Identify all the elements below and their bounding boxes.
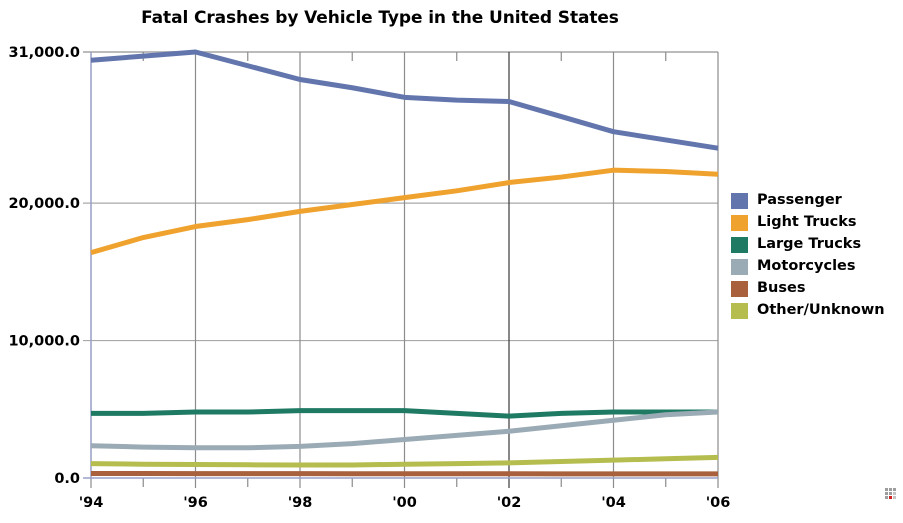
y-axis-tick-label: 20,000.0: [8, 196, 80, 212]
legend-item[interactable]: Other/Unknown: [731, 300, 903, 321]
x-axis-tick-label: '04: [601, 495, 626, 511]
legend-item-label: Large Trucks: [757, 236, 862, 253]
chart-container: Fatal Crashes by Vehicle Type in the Uni…: [0, 0, 903, 523]
legend-item[interactable]: Large Trucks: [731, 234, 903, 255]
legend-swatch-icon: [731, 192, 748, 209]
legend-item-label: Buses: [757, 280, 806, 297]
legend-swatch-icon: [731, 280, 748, 297]
y-axis-tick-label: 31,000.0: [8, 45, 80, 61]
legend-swatch-icon: [731, 302, 748, 319]
legend-item[interactable]: Light Trucks: [731, 212, 903, 233]
legend-item-label: Motorcycles: [757, 258, 856, 275]
chart-legend: Passenger Light Trucks Large Trucks Motorcy…: [731, 190, 903, 322]
x-axis-tick-label: '06: [706, 495, 731, 511]
legend-item[interactable]: Buses: [731, 278, 903, 299]
legend-item-label: Passenger: [757, 192, 842, 209]
legend-swatch-icon: [731, 214, 748, 231]
y-axis-tick-label: 0.0: [54, 471, 80, 487]
legend-item[interactable]: Passenger: [731, 190, 903, 211]
x-axis-tick-label: '96: [183, 495, 208, 511]
x-axis-tick-label: '02: [497, 495, 522, 511]
legend-item-label: Other/Unknown: [757, 302, 885, 319]
y-axis-tick-label: 10,000.0: [8, 334, 80, 350]
resize-grip-icon[interactable]: [885, 488, 896, 499]
legend-swatch-icon: [731, 258, 748, 275]
legend-item-label: Light Trucks: [757, 214, 857, 231]
legend-swatch-icon: [731, 236, 748, 253]
x-axis-tick-label: '00: [392, 495, 417, 511]
x-axis-tick-label: '98: [288, 495, 313, 511]
x-axis-tick-label: '94: [79, 495, 104, 511]
legend-item[interactable]: Motorcycles: [731, 256, 903, 277]
